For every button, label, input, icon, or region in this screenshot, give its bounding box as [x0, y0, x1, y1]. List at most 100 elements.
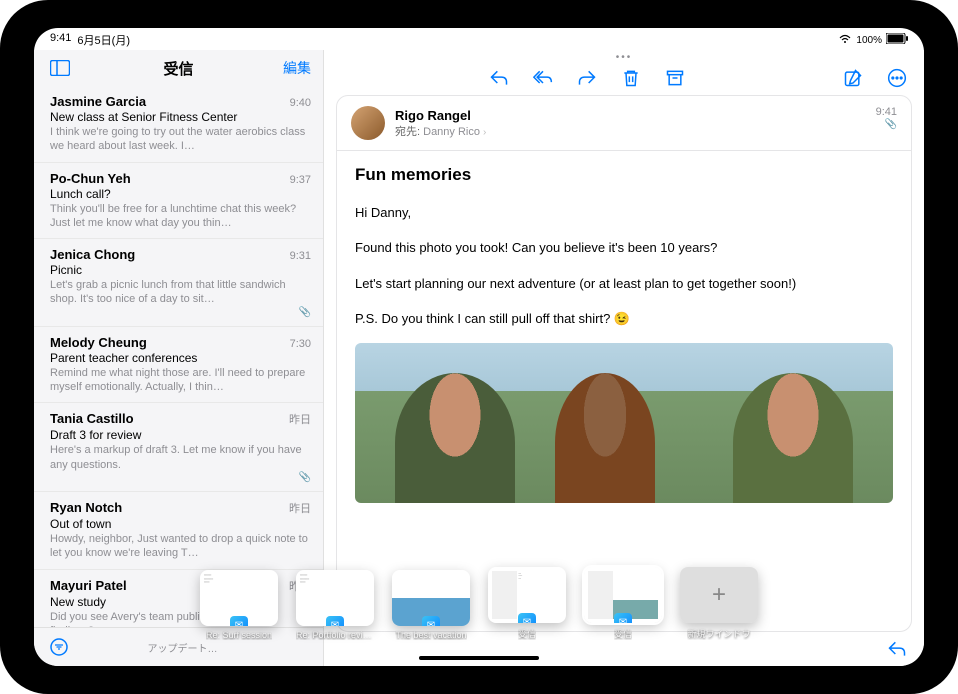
avatar[interactable] — [351, 106, 385, 140]
attachment-icon: 📎 — [885, 119, 897, 130]
mail-preview: Howdy, neighbor, Just wanted to drop a q… — [50, 532, 311, 561]
message-subject: Fun memories — [355, 165, 893, 185]
mail-list[interactable]: Jasmine Garcia9:40 New class at Senior F… — [34, 86, 323, 627]
to-label: 宛先: — [395, 126, 420, 138]
shelf-label: 受信 — [518, 627, 536, 640]
shelf-window[interactable]: ━━━━━━━━━━━━✉ Re: Surf session — [200, 570, 278, 640]
toolbar — [324, 63, 924, 95]
shelf-label: 新規ウインドウ — [687, 627, 750, 640]
mail-subject: Lunch call? — [50, 187, 311, 201]
mail-subject: Picnic — [50, 263, 311, 277]
mail-sender: Tania Castillo — [50, 411, 134, 426]
reply-footer-icon[interactable] — [886, 638, 908, 660]
message-header[interactable]: Rigo Rangel 宛先: Danny Rico › 9:41 📎 — [337, 96, 911, 151]
reply-icon[interactable] — [488, 67, 510, 89]
mail-sender: Jasmine Garcia — [50, 94, 146, 109]
reply-all-icon[interactable] — [532, 67, 554, 89]
mail-sender: Ryan Notch — [50, 500, 122, 515]
message-card: Rigo Rangel 宛先: Danny Rico › 9:41 📎 — [336, 95, 912, 632]
mail-app-icon: ✉ — [422, 616, 440, 626]
screen: 9:41 6月5日(月) 100% 受信 編 — [34, 28, 924, 666]
trash-icon[interactable] — [620, 67, 642, 89]
mail-sender: Mayuri Patel — [50, 578, 127, 593]
shelf-window[interactable]: ━━━━━━━━━━━━✉ Re: Portfolio review — [296, 570, 374, 640]
sidebar-toggle-icon[interactable] — [46, 56, 74, 80]
shelf-thumb: ━━━━━━━━━━━━✉ — [200, 570, 278, 626]
message-time: 9:41 — [876, 106, 897, 118]
app-shelf: ━━━━━━━━━━━━✉ Re: Surf session ━━━━━━━━━… — [200, 567, 758, 640]
mail-preview: Think you'll be free for a lunchtime cha… — [50, 202, 311, 231]
body-greeting: Hi Danny, — [355, 201, 893, 224]
status-bar: 9:41 6月5日(月) 100% — [34, 28, 924, 50]
mail-app-icon: ✉ — [326, 616, 344, 626]
body-line: Let's start planning our next adventure … — [355, 272, 893, 295]
photo-person — [733, 373, 853, 503]
mail-preview: I think we're going to try out the water… — [50, 125, 311, 154]
update-status: アップデート… — [72, 640, 293, 655]
photo-person — [395, 373, 515, 503]
mail-time: 9:31 — [290, 250, 311, 262]
message-to[interactable]: 宛先: Danny Rico › — [395, 123, 486, 139]
photo-person — [555, 373, 655, 503]
body-line: P.S. Do you think I can still pull off t… — [355, 307, 893, 330]
more-icon[interactable] — [886, 67, 908, 89]
body-line: Found this photo you took! Can you belie… — [355, 236, 893, 259]
ipad-device: 9:41 6月5日(月) 100% 受信 編 — [0, 0, 958, 694]
mail-preview: Remind me what night those are. I'll nee… — [50, 366, 311, 395]
attached-photo[interactable] — [355, 343, 893, 503]
message-body[interactable]: Fun memories Hi Danny, Found this photo … — [337, 151, 911, 631]
mail-preview: Let's grab a picnic lunch from that litt… — [50, 278, 311, 307]
status-time: 9:41 — [50, 32, 71, 48]
filter-icon[interactable] — [46, 634, 72, 660]
mail-preview: Here's a markup of draft 3. Let me know … — [50, 443, 311, 472]
mail-item[interactable]: Jenica Chong 9:31 Picnic Let's grab a pic… — [34, 239, 323, 327]
edit-button[interactable]: 編集 — [283, 58, 311, 78]
shelf-label: 受信 — [614, 627, 632, 640]
mail-item[interactable]: Tania Castillo 昨日 Draft 3 for review Here… — [34, 403, 323, 492]
multitask-dots-icon[interactable]: ••• — [324, 50, 924, 63]
mail-subject: Out of town — [50, 517, 311, 531]
mail-item[interactable]: Po-Chun Yeh 9:37 Lunch call? Think you'll… — [34, 163, 323, 240]
battery-percent: 100% — [856, 35, 882, 46]
plus-icon: + — [712, 581, 726, 609]
mail-app-icon: ✉ — [230, 616, 248, 626]
shelf-label: Re: Surf session — [206, 630, 272, 640]
mail-time: 9:40 — [290, 97, 311, 109]
mail-time: 7:30 — [290, 338, 311, 350]
attachment-icon: 📎 — [50, 307, 311, 318]
mail-time: 昨日 — [289, 411, 311, 427]
mail-app-icon: ✉ — [518, 613, 536, 623]
shelf-window[interactable]: ✉ 受信 — [584, 567, 662, 640]
chevron-right-icon: › — [483, 127, 486, 138]
sidebar-header: 受信 編集 — [34, 50, 323, 86]
mail-app-icon: ✉ — [614, 613, 632, 623]
shelf-thumb-new: + — [680, 567, 758, 623]
mail-time: 昨日 — [289, 500, 311, 516]
to-value: Danny Rico — [423, 126, 480, 138]
sidebar-title: 受信 — [74, 58, 283, 79]
message-from: Rigo Rangel — [395, 108, 486, 123]
forward-icon[interactable] — [576, 67, 598, 89]
shelf-label: Re: Portfolio review — [296, 630, 374, 640]
app-content: 受信 編集 Jasmine Garcia9:40 New class at Se… — [34, 50, 924, 666]
shelf-window[interactable]: ✉ The best vacation — [392, 570, 470, 640]
mail-item[interactable]: Melody Cheung7:30 Parent teacher confere… — [34, 327, 323, 404]
battery-icon — [886, 33, 908, 47]
mail-sender: Po-Chun Yeh — [50, 171, 131, 186]
mail-sender: Jenica Chong — [50, 247, 135, 262]
mail-sender: Melody Cheung — [50, 335, 147, 350]
shelf-thumb: ━━━━━━━━━━━━✉ — [296, 570, 374, 626]
archive-icon[interactable] — [664, 67, 686, 89]
mail-time: 9:37 — [290, 174, 311, 186]
shelf-thumb: ━━━━━━━✉ — [488, 567, 566, 623]
shelf-thumb: ✉ — [584, 567, 662, 623]
message-text: Hi Danny, Found this photo you took! Can… — [355, 201, 893, 331]
home-indicator[interactable] — [419, 656, 539, 660]
mail-subject: Draft 3 for review — [50, 428, 311, 442]
mail-item[interactable]: Ryan Notch 昨日 Out of town Howdy, neighbor… — [34, 492, 323, 570]
shelf-window[interactable]: ━━━━━━━✉ 受信 — [488, 567, 566, 640]
mail-item[interactable]: Jasmine Garcia9:40 New class at Senior F… — [34, 86, 323, 163]
status-date: 6月5日(月) — [77, 32, 130, 48]
compose-icon[interactable] — [842, 67, 864, 89]
shelf-new-window[interactable]: + 新規ウインドウ — [680, 567, 758, 640]
